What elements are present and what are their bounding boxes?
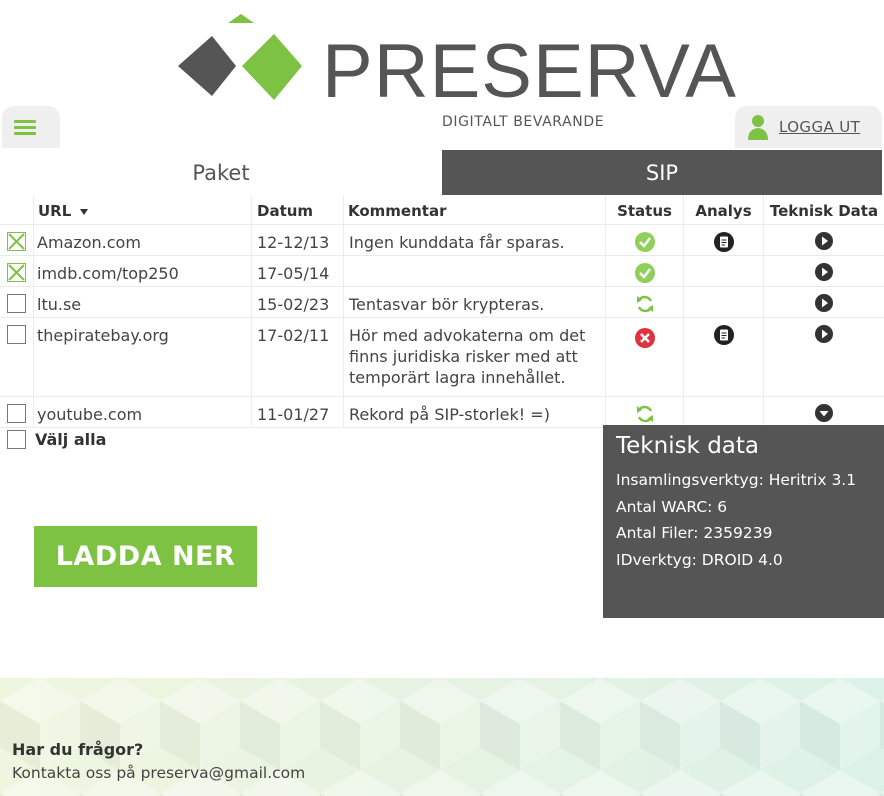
logout-label: LOGGA UT xyxy=(779,118,861,136)
tech-data-panel: Teknisk data Insamlingsverktyg: Heritrix… xyxy=(603,425,884,618)
tech-panel-title: Teknisk data xyxy=(616,433,759,459)
footer-question: Har du frågor? xyxy=(12,740,144,759)
status-ok-icon xyxy=(634,232,655,252)
logout-button[interactable]: LOGGA UT xyxy=(735,106,882,148)
row-date: 11-01/27 xyxy=(251,397,343,427)
play-circle-icon[interactable] xyxy=(815,263,833,281)
table-header: URL Datum Kommentar Status Analys Teknis… xyxy=(0,195,884,225)
row-comment: Rekord på SIP-storlek! =) xyxy=(343,397,605,427)
footer: Har du frågor? Kontakta oss på preserva@… xyxy=(0,678,884,796)
play-circle-icon[interactable] xyxy=(815,325,833,343)
analysis-document-icon[interactable] xyxy=(713,325,734,345)
footer-contact[interactable]: Kontakta oss på preserva@gmail.com xyxy=(12,764,305,782)
row-date: 15-02/23 xyxy=(251,287,343,317)
row-checkbox[interactable] xyxy=(7,294,26,313)
analysis-document-icon[interactable] xyxy=(713,232,734,252)
row-checkbox[interactable] xyxy=(7,325,26,344)
row-date: 17-05/14 xyxy=(251,256,343,286)
select-all-checkbox[interactable] xyxy=(7,430,26,449)
sip-table: URL Datum Kommentar Status Analys Teknis… xyxy=(0,195,884,428)
column-tech: Teknisk Data xyxy=(763,195,884,224)
play-circle-icon[interactable] xyxy=(815,232,833,250)
row-url[interactable]: ltu.se xyxy=(33,287,251,317)
column-url[interactable]: URL xyxy=(33,195,251,224)
brand-tagline: DIGITALT BEVARANDE xyxy=(442,114,605,130)
row-comment: Hör med advokaterna om det finns juridis… xyxy=(343,318,605,396)
play-circle-icon[interactable] xyxy=(815,294,833,312)
table-row[interactable]: ltu.se 15-02/23 Tentasvar bör krypteras. xyxy=(0,287,884,318)
select-all[interactable]: Välj alla xyxy=(7,430,106,449)
tech-line-tool: Insamlingsverktyg: Heritrix 3.1 xyxy=(616,471,857,489)
tech-line-idtool: IDverktyg: DROID 4.0 xyxy=(616,550,783,569)
row-url[interactable]: thepiratebay.org xyxy=(33,318,251,396)
row-url[interactable]: youtube.com xyxy=(33,397,251,427)
status-processing-icon xyxy=(636,405,653,423)
menu-button[interactable] xyxy=(2,106,60,148)
row-comment: Tentasvar bör krypteras. xyxy=(343,287,605,317)
row-checkbox[interactable] xyxy=(7,263,26,282)
column-analysis: Analys xyxy=(683,195,763,224)
tech-line-files: Antal Filer: 2359239 xyxy=(616,524,773,542)
tab-sip[interactable]: SIP xyxy=(442,150,882,195)
checked-x-icon xyxy=(8,264,25,281)
row-checkbox[interactable] xyxy=(7,404,26,423)
checked-x-icon xyxy=(8,233,25,250)
hamburger-icon xyxy=(14,119,36,123)
table-row[interactable]: youtube.com 11-01/27 Rekord på SIP-storl… xyxy=(0,397,884,428)
tech-line-warc: Antal WARC: 6 xyxy=(616,497,728,516)
user-icon xyxy=(748,115,768,140)
caret-down-icon xyxy=(79,209,88,215)
table-row[interactable]: thepiratebay.org 17-02/11 Hör med advoka… xyxy=(0,318,884,397)
column-status: Status xyxy=(605,195,683,224)
brand-name: PRESERVA xyxy=(322,29,737,114)
row-date: 12-12/13 xyxy=(251,225,343,255)
column-date[interactable]: Datum xyxy=(251,195,343,224)
status-processing-icon xyxy=(636,295,653,313)
preserva-logo-icon xyxy=(178,14,302,100)
row-date: 17-02/11 xyxy=(251,318,343,396)
row-url[interactable]: Amazon.com xyxy=(33,225,251,255)
status-ok-icon xyxy=(634,263,655,283)
download-button[interactable]: LADDA NER xyxy=(34,526,257,587)
select-all-label: Välj alla xyxy=(35,430,107,449)
table-row[interactable]: imdb.com/top250 17-05/14 xyxy=(0,256,884,287)
chevron-down-circle-icon[interactable] xyxy=(815,404,833,422)
row-comment: Ingen kunddata får sparas. xyxy=(343,225,605,255)
row-comment xyxy=(343,256,605,286)
status-error-icon xyxy=(634,328,655,348)
row-url[interactable]: imdb.com/top250 xyxy=(33,256,251,286)
row-checkbox[interactable] xyxy=(7,232,26,251)
table-row[interactable]: Amazon.com 12-12/13 Ingen kunddata får s… xyxy=(0,225,884,256)
column-comment: Kommentar xyxy=(343,195,605,224)
tab-paket[interactable]: Paket xyxy=(0,150,442,195)
